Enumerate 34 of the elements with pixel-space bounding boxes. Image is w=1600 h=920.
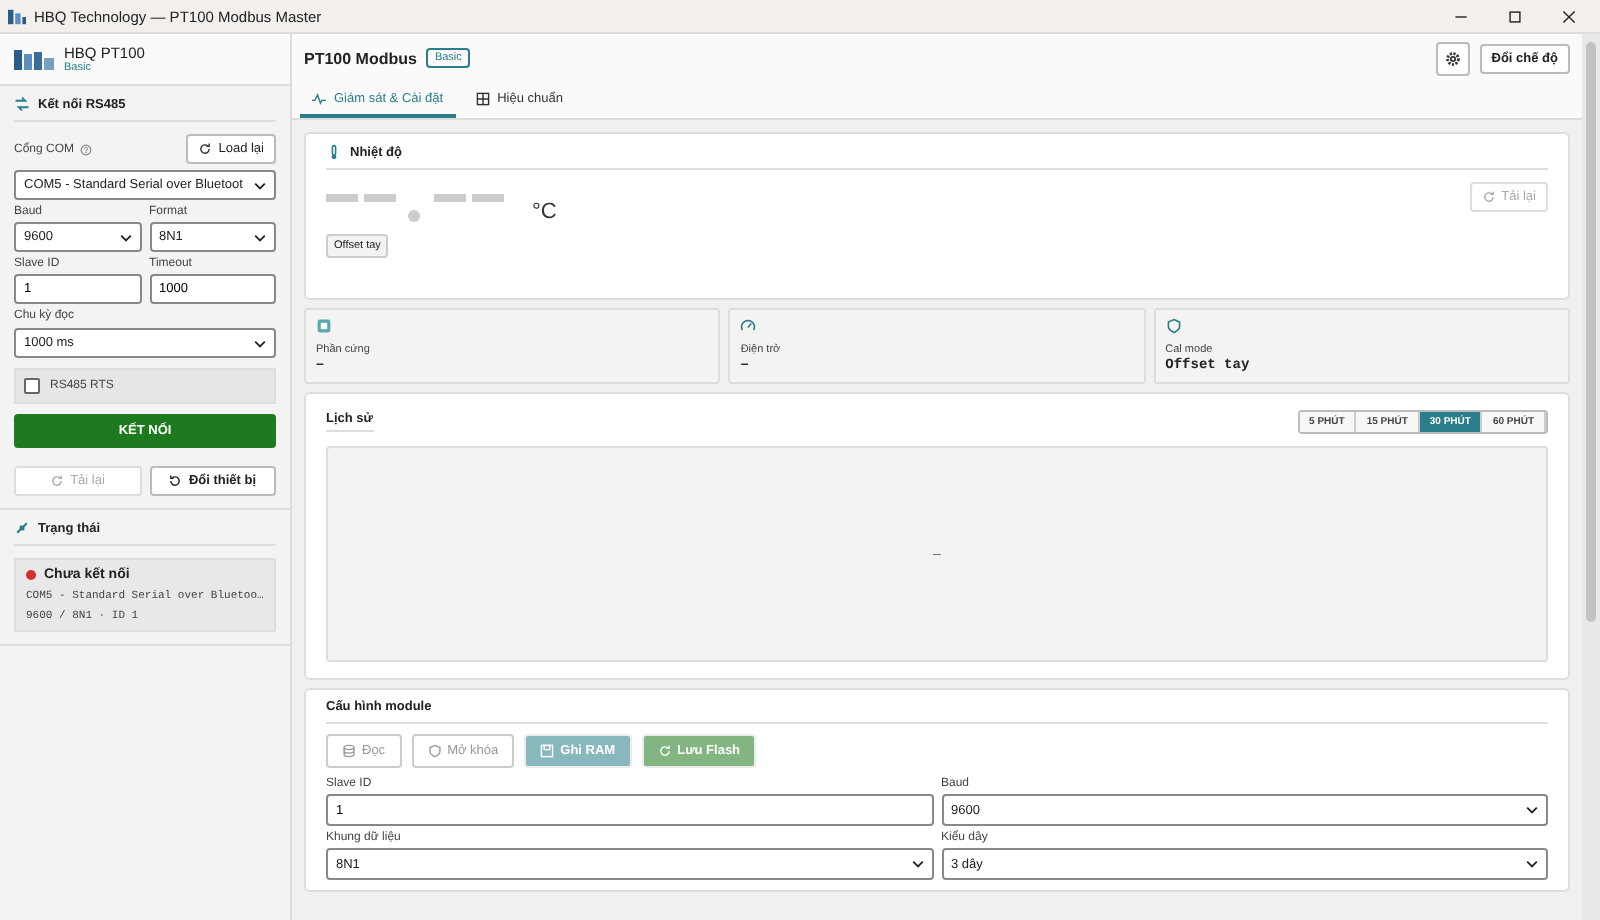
help-icon[interactable] (80, 143, 93, 155)
undo-icon (168, 474, 183, 488)
save-icon (540, 744, 555, 758)
caret-icon (119, 233, 131, 241)
shield-icon (427, 744, 442, 758)
refresh-icon (198, 142, 213, 156)
grid-icon (475, 92, 490, 106)
database-icon (342, 744, 356, 758)
caret-icon (254, 339, 266, 347)
temperature-unit: °C (532, 200, 557, 224)
plug-icon (14, 520, 30, 536)
caret-icon (911, 860, 923, 868)
rts-checkbox[interactable] (24, 378, 40, 394)
page-title: PT100 Modbus (304, 49, 417, 67)
pulse-icon (312, 92, 326, 106)
caret-icon (254, 181, 266, 189)
settings-icon (1443, 49, 1462, 67)
brand-logo-icon (14, 47, 54, 71)
refresh-icon (50, 474, 65, 488)
thermometer-icon (326, 144, 342, 160)
app-logo-icon (8, 7, 26, 25)
refresh-icon (1481, 190, 1496, 204)
chip-icon (316, 318, 332, 334)
connection-icon (14, 96, 30, 112)
scrollbar-thumb[interactable] (1586, 42, 1596, 622)
maximize-icon[interactable] (1508, 9, 1522, 23)
caret-icon (1526, 860, 1538, 868)
close-icon[interactable] (1562, 9, 1576, 23)
caret-icon (254, 233, 266, 241)
refresh-icon (657, 744, 672, 758)
settings-button[interactable] (1435, 41, 1470, 75)
gauge-icon (740, 318, 757, 334)
shield-icon (1165, 318, 1182, 334)
caret-icon (1526, 806, 1538, 814)
